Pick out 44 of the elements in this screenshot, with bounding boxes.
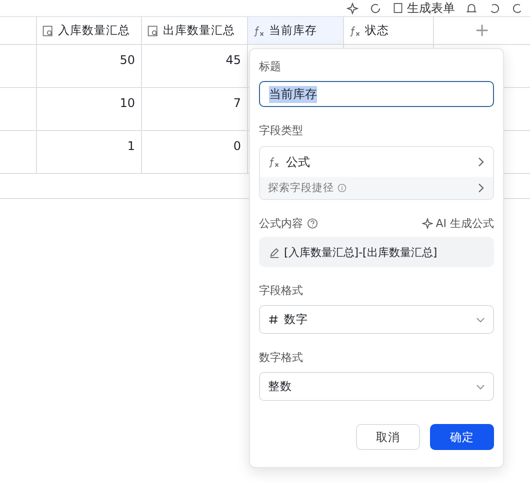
field-label: 标题 xyxy=(259,59,281,74)
confirm-button[interactable]: 确定 xyxy=(430,424,494,450)
table-cell: 7 xyxy=(142,88,248,130)
refresh-icon[interactable] xyxy=(369,2,382,14)
chevron-down-icon xyxy=(476,316,485,322)
field-label: 字段格式 xyxy=(259,283,303,298)
lookup-icon xyxy=(147,24,159,36)
title-input[interactable]: 当前库存 xyxy=(259,81,494,107)
generate-form-button[interactable]: 生成表单 xyxy=(392,0,455,16)
chevron-right-icon xyxy=(477,157,485,167)
field-type-selector[interactable]: 公式 xyxy=(260,147,493,177)
star-icon[interactable] xyxy=(346,2,359,14)
ai-formula-button[interactable]: AI 生成公式 xyxy=(422,216,494,231)
number-format-dropdown[interactable]: 整数 xyxy=(259,372,494,401)
table-cell: 10 xyxy=(37,88,142,130)
lookup-icon xyxy=(42,24,54,36)
formula-field[interactable]: [入库数量汇总]-[出库数量汇总] xyxy=(259,237,494,267)
cancel-button[interactable]: 取消 xyxy=(356,424,420,450)
formula-icon xyxy=(268,156,280,168)
chevron-down-icon xyxy=(476,384,485,390)
undo-icon[interactable] xyxy=(488,2,501,14)
column-header[interactable]: 当前库存 xyxy=(248,17,344,44)
formula-icon xyxy=(253,24,265,36)
redo-icon[interactable] xyxy=(511,2,524,14)
form-icon xyxy=(392,2,404,14)
formula-icon xyxy=(349,24,361,36)
explore-shortcut-link[interactable]: 探索字段捷径 xyxy=(260,177,493,199)
table-cell: 45 xyxy=(142,45,248,87)
bell-icon[interactable] xyxy=(465,2,478,14)
field-label: 字段类型 xyxy=(259,123,303,138)
table-cell: 0 xyxy=(142,131,248,173)
field-label: 数字格式 xyxy=(259,350,303,365)
field-label: 公式内容 xyxy=(259,216,303,231)
table-cell: 50 xyxy=(37,45,142,87)
column-header[interactable]: 状态 xyxy=(344,17,434,44)
help-icon[interactable] xyxy=(307,218,318,229)
sparkle-icon xyxy=(422,218,433,229)
chevron-right-icon xyxy=(477,183,485,193)
column-header[interactable]: 入库数量汇总 xyxy=(37,17,142,44)
number-sign-icon xyxy=(268,314,279,325)
table-cell: 1 xyxy=(37,131,142,173)
info-icon xyxy=(337,183,347,193)
pencil-icon xyxy=(269,246,280,258)
field-format-dropdown[interactable]: 数字 xyxy=(259,305,494,334)
